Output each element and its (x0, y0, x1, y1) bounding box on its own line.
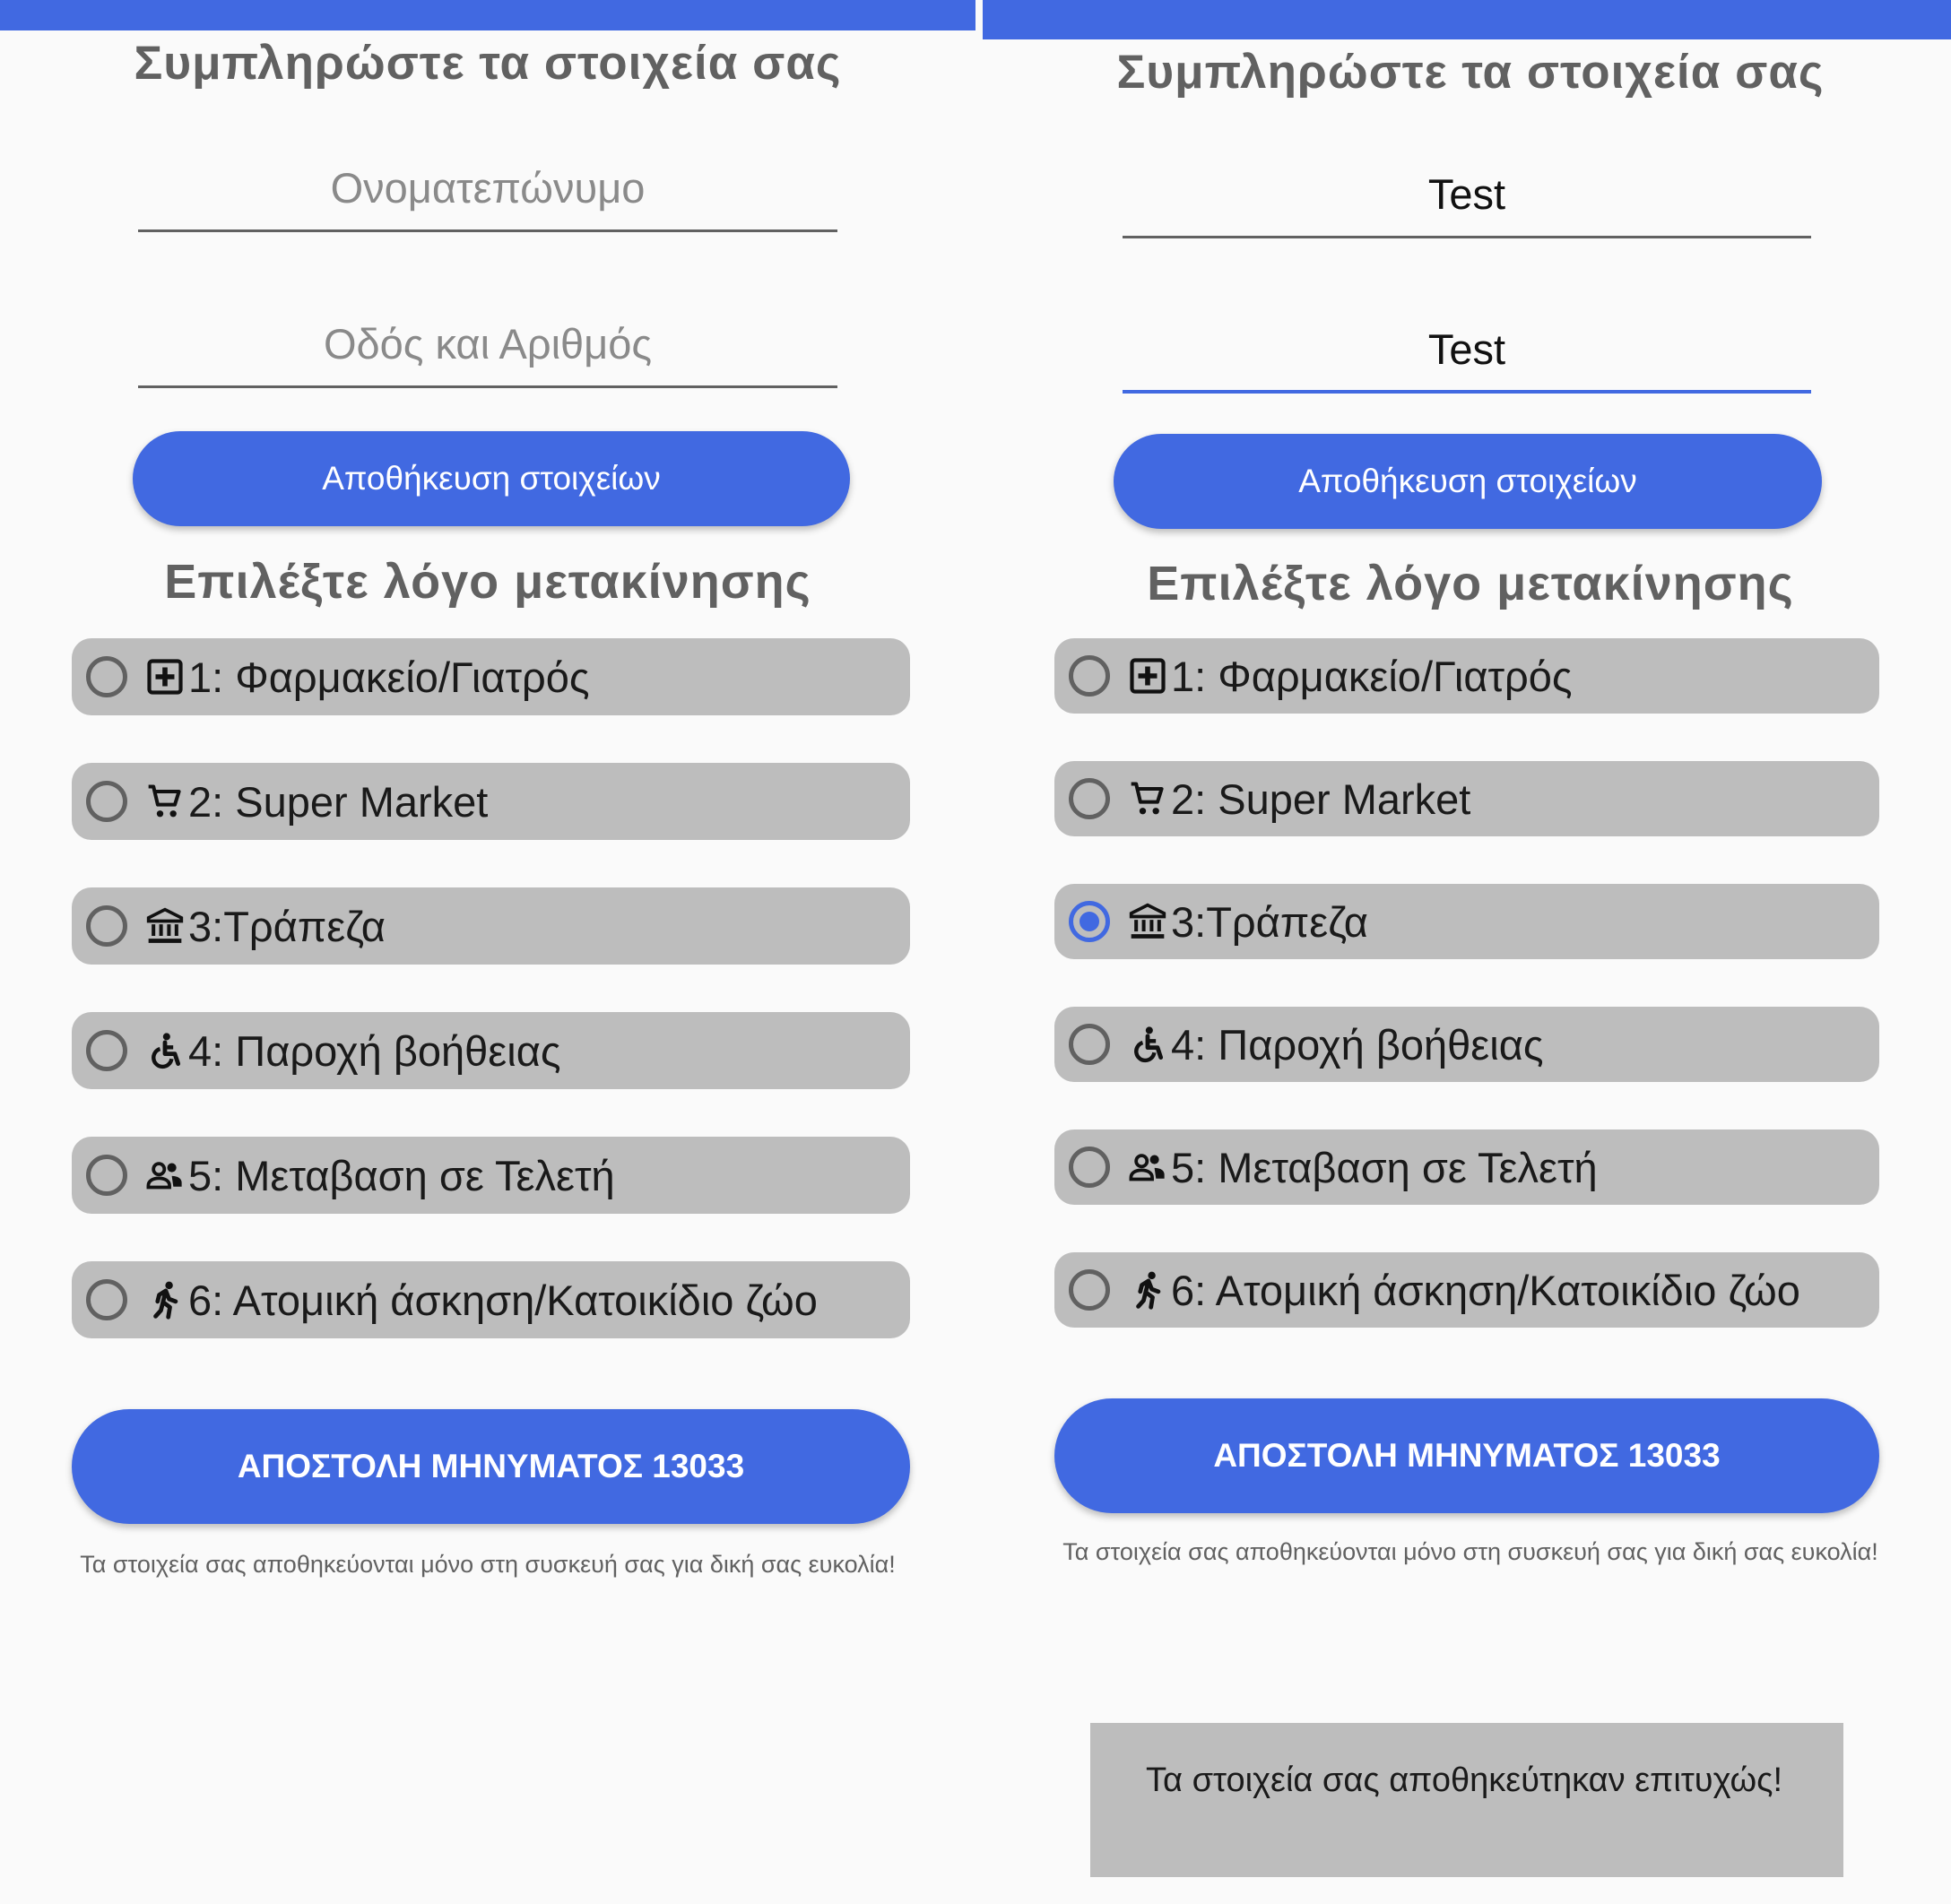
reason-heading: Επιλέξτε λόγο μετακίνησης (1147, 557, 1794, 610)
radio-button[interactable] (1069, 1147, 1110, 1188)
option-label: 2: Super Market (1171, 775, 1471, 823)
option-supermarket[interactable]: 2: Super Market (1054, 761, 1879, 836)
option-ceremony[interactable]: 5: Μεταβαση σε Τελετή (72, 1137, 910, 1214)
option-bank[interactable]: 3:Τράπεζα (1054, 884, 1879, 959)
radio-button[interactable] (1069, 655, 1110, 697)
option-label: 4: Παροχή βοήθειας (188, 1026, 561, 1075)
option-exercise[interactable]: 6: Ατομική άσκηση/Κατοικίδιο ζώο (72, 1261, 910, 1338)
people-icon (145, 1155, 185, 1195)
radio-button[interactable] (86, 1155, 127, 1196)
page-title: Συμπληρώστε τα στοιχεία σας (134, 37, 842, 90)
privacy-note: Τα στοιχεία σας αποθηκεύονται μόνο στη σ… (1062, 1538, 1878, 1565)
reason-heading: Επιλέξτε λόγο μετακίνησης (164, 555, 811, 609)
option-label: 3:Τράπεζα (1171, 897, 1368, 946)
privacy-note: Τα στοιχεία σας αποθηκεύονται μόνο στη σ… (80, 1551, 896, 1578)
radio-button[interactable] (1069, 1269, 1110, 1311)
option-help[interactable]: 4: Παροχή βοήθειας (1054, 1007, 1879, 1082)
medical-cross-icon (1128, 656, 1167, 696)
name-input[interactable] (138, 157, 837, 232)
radio-button[interactable] (1069, 1024, 1110, 1065)
option-bank[interactable]: 3:Τράπεζα (72, 887, 910, 965)
people-icon (1128, 1147, 1167, 1187)
shopping-cart-icon (1128, 779, 1167, 818)
shopping-cart-icon (145, 782, 185, 821)
screen-left: Συμπληρώστε τα στοιχεία σας Αποθήκευση σ… (0, 0, 976, 1904)
radio-button[interactable] (1069, 778, 1110, 819)
option-label: 5: Μεταβαση σε Τελετή (188, 1151, 615, 1199)
option-label: 5: Μεταβαση σε Τελετή (1171, 1143, 1598, 1191)
send-sms-button[interactable]: ΑΠΟΣΤΟΛΗ ΜΗΝΥΜΑΤΟΣ 13033 (72, 1409, 910, 1524)
page-title: Συμπληρώστε τα στοιχεία σας (1116, 46, 1825, 99)
top-bar (0, 0, 976, 30)
option-label: 6: Ατομική άσκηση/Κατοικίδιο ζώο (1171, 1266, 1800, 1314)
option-pharmacy[interactable]: 1: Φαρμακείο/Γιατρός (72, 638, 910, 715)
option-label: 4: Παροχή βοήθειας (1171, 1020, 1544, 1069)
option-label: 2: Super Market (188, 777, 489, 826)
running-icon (145, 1280, 185, 1320)
address-input[interactable] (138, 313, 837, 388)
save-button[interactable]: Αποθήκευση στοιχείων (133, 431, 850, 526)
address-field[interactable] (1123, 318, 1811, 394)
option-label: 1: Φαρμακείο/Γιατρός (188, 653, 590, 701)
send-sms-button[interactable]: ΑΠΟΣΤΟΛΗ ΜΗΝΥΜΑΤΟΣ 13033 (1054, 1398, 1879, 1513)
radio-button[interactable] (86, 905, 127, 947)
name-field[interactable] (138, 157, 837, 232)
radio-button[interactable] (86, 1030, 127, 1071)
name-field[interactable] (1123, 163, 1811, 238)
option-label: 1: Φαρμακείο/Γιατρός (1171, 652, 1573, 700)
option-exercise[interactable]: 6: Ατομική άσκηση/Κατοικίδιο ζώο (1054, 1252, 1879, 1328)
accessibility-icon (1128, 1025, 1167, 1064)
medical-cross-icon (145, 657, 185, 697)
running-icon (1128, 1270, 1167, 1310)
option-ceremony[interactable]: 5: Μεταβαση σε Τελετή (1054, 1129, 1879, 1205)
address-field[interactable] (138, 313, 837, 388)
name-input[interactable] (1123, 163, 1811, 238)
option-label: 3:Τράπεζα (188, 902, 386, 950)
option-label: 6: Ατομική άσκηση/Κατοικίδιο ζώο (188, 1276, 818, 1324)
app-root: Συμπληρώστε τα στοιχεία σας Αποθήκευση σ… (0, 0, 1951, 1904)
radio-button[interactable] (86, 656, 127, 697)
address-input[interactable] (1123, 318, 1811, 394)
radio-button[interactable] (86, 1279, 127, 1320)
option-supermarket[interactable]: 2: Super Market (72, 763, 910, 840)
toast-message: Τα στοιχεία σας αποθηκεύτηκαν επιτυχώς! (1146, 1761, 1783, 1799)
bank-icon (1128, 902, 1167, 941)
option-help[interactable]: 4: Παροχή βοήθειας (72, 1012, 910, 1089)
radio-button[interactable] (86, 781, 127, 822)
save-button[interactable]: Αποθήκευση στοιχείων (1114, 434, 1822, 529)
screen-right: Συμπληρώστε τα στοιχεία σας Αποθήκευση σ… (983, 0, 1951, 1904)
top-bar (983, 0, 1951, 39)
bank-icon (145, 906, 185, 946)
accessibility-icon (145, 1031, 185, 1070)
radio-button-selected[interactable] (1069, 901, 1110, 942)
save-success-toast: Τα στοιχεία σας αποθηκεύτηκαν επιτυχώς! (1090, 1723, 1843, 1877)
option-pharmacy[interactable]: 1: Φαρμακείο/Γιατρός (1054, 638, 1879, 714)
